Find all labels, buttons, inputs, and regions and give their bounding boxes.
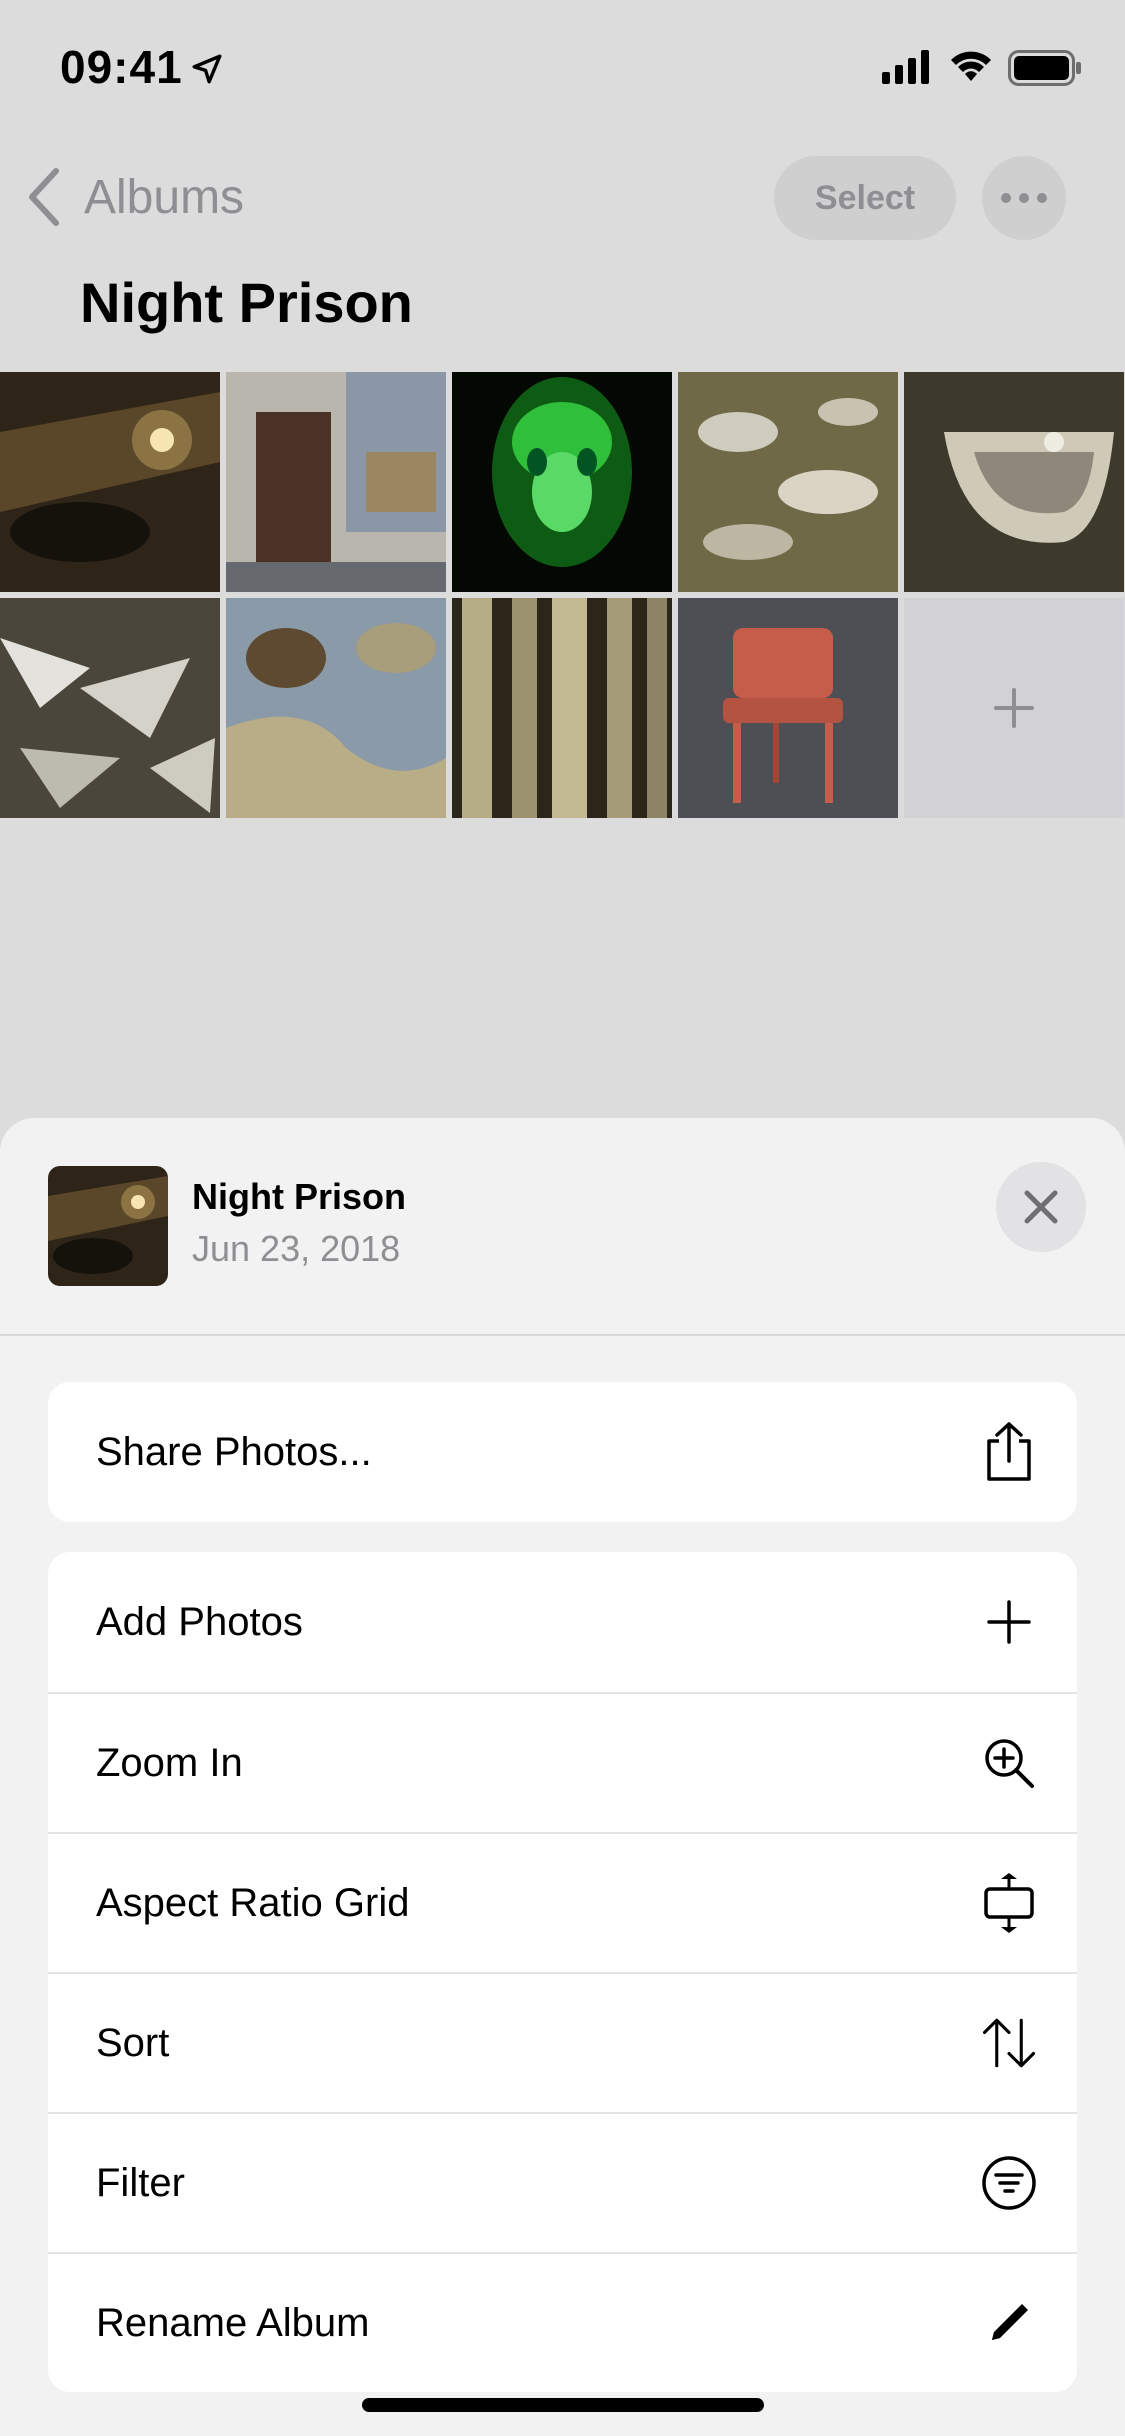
sort-item[interactable]: Sort	[48, 1972, 1077, 2112]
clock: 09:41	[60, 41, 183, 93]
share-group: Share Photos...	[48, 1382, 1077, 1522]
add-photos-label: Add Photos	[96, 1599, 303, 1644]
zoom-in-item[interactable]: Zoom In	[48, 1692, 1077, 1832]
aspect-ratio-grid-item[interactable]: Aspect Ratio Grid	[48, 1832, 1077, 1972]
photo-thumbnail[interactable]	[226, 372, 446, 592]
photo-thumbnail[interactable]	[452, 372, 672, 592]
rename-album-item[interactable]: Rename Album	[48, 2252, 1077, 2392]
wifi-icon	[951, 51, 991, 81]
sheet-album-title: Night Prison	[192, 1176, 406, 1217]
photo-thumbnail[interactable]	[0, 598, 220, 818]
cellular-signal-icon	[882, 50, 929, 84]
page-title: Night Prison	[80, 271, 413, 334]
status-bar: 09:41	[0, 0, 1125, 140]
photo-thumbnail[interactable]	[678, 372, 898, 592]
album-actions-sheet: Night Prison Jun 23, 2018 Share Photos..…	[0, 1118, 1125, 2436]
photo-thumbnail[interactable]	[0, 372, 220, 592]
ellipsis-icon	[1001, 193, 1047, 203]
sort-icon	[981, 2015, 1037, 2071]
photo-thumbnail[interactable]	[678, 598, 898, 818]
location-arrow-icon	[192, 54, 222, 84]
add-photo-tile[interactable]	[904, 598, 1124, 818]
back-label: Albums	[84, 170, 245, 224]
photo-thumbnail[interactable]	[452, 598, 672, 818]
plus-icon	[981, 1594, 1037, 1650]
add-photos-item[interactable]: Add Photos	[48, 1552, 1077, 1692]
filter-label: Filter	[96, 2160, 185, 2205]
aspect-ratio-grid-label: Aspect Ratio Grid	[96, 1880, 410, 1925]
close-button[interactable]	[996, 1162, 1086, 1252]
sheet-header: Night Prison Jun 23, 2018	[0, 1118, 1125, 1336]
actions-group: Add Photos Zoom In Aspect Ratio Grid Sor…	[48, 1552, 1077, 2392]
share-icon	[981, 1422, 1037, 1481]
share-photos-item[interactable]: Share Photos...	[48, 1382, 1077, 1522]
album-thumbnail	[48, 1166, 168, 1286]
photo-thumbnail[interactable]	[226, 598, 446, 818]
sheet-album-date: Jun 23, 2018	[192, 1228, 401, 1269]
photo-thumbnail[interactable]	[904, 372, 1124, 592]
close-icon	[1024, 1190, 1058, 1224]
more-button[interactable]	[982, 156, 1066, 240]
zoom-in-icon	[981, 1735, 1037, 1791]
plus-icon	[994, 688, 1034, 728]
back-button[interactable]: Albums	[24, 162, 244, 232]
rename-album-label: Rename Album	[96, 2300, 370, 2345]
select-button[interactable]: Select	[774, 156, 956, 240]
pencil-icon	[981, 2295, 1037, 2351]
zoom-in-label: Zoom In	[96, 1740, 243, 1785]
chevron-left-icon	[29, 168, 59, 226]
filter-icon	[981, 2155, 1037, 2211]
sort-label: Sort	[96, 2020, 170, 2065]
filter-item[interactable]: Filter	[48, 2112, 1077, 2252]
aspect-ratio-icon	[981, 1873, 1037, 1933]
battery-icon	[1008, 50, 1081, 86]
home-indicator[interactable]	[362, 2398, 764, 2412]
share-photos-label: Share Photos...	[96, 1429, 372, 1474]
